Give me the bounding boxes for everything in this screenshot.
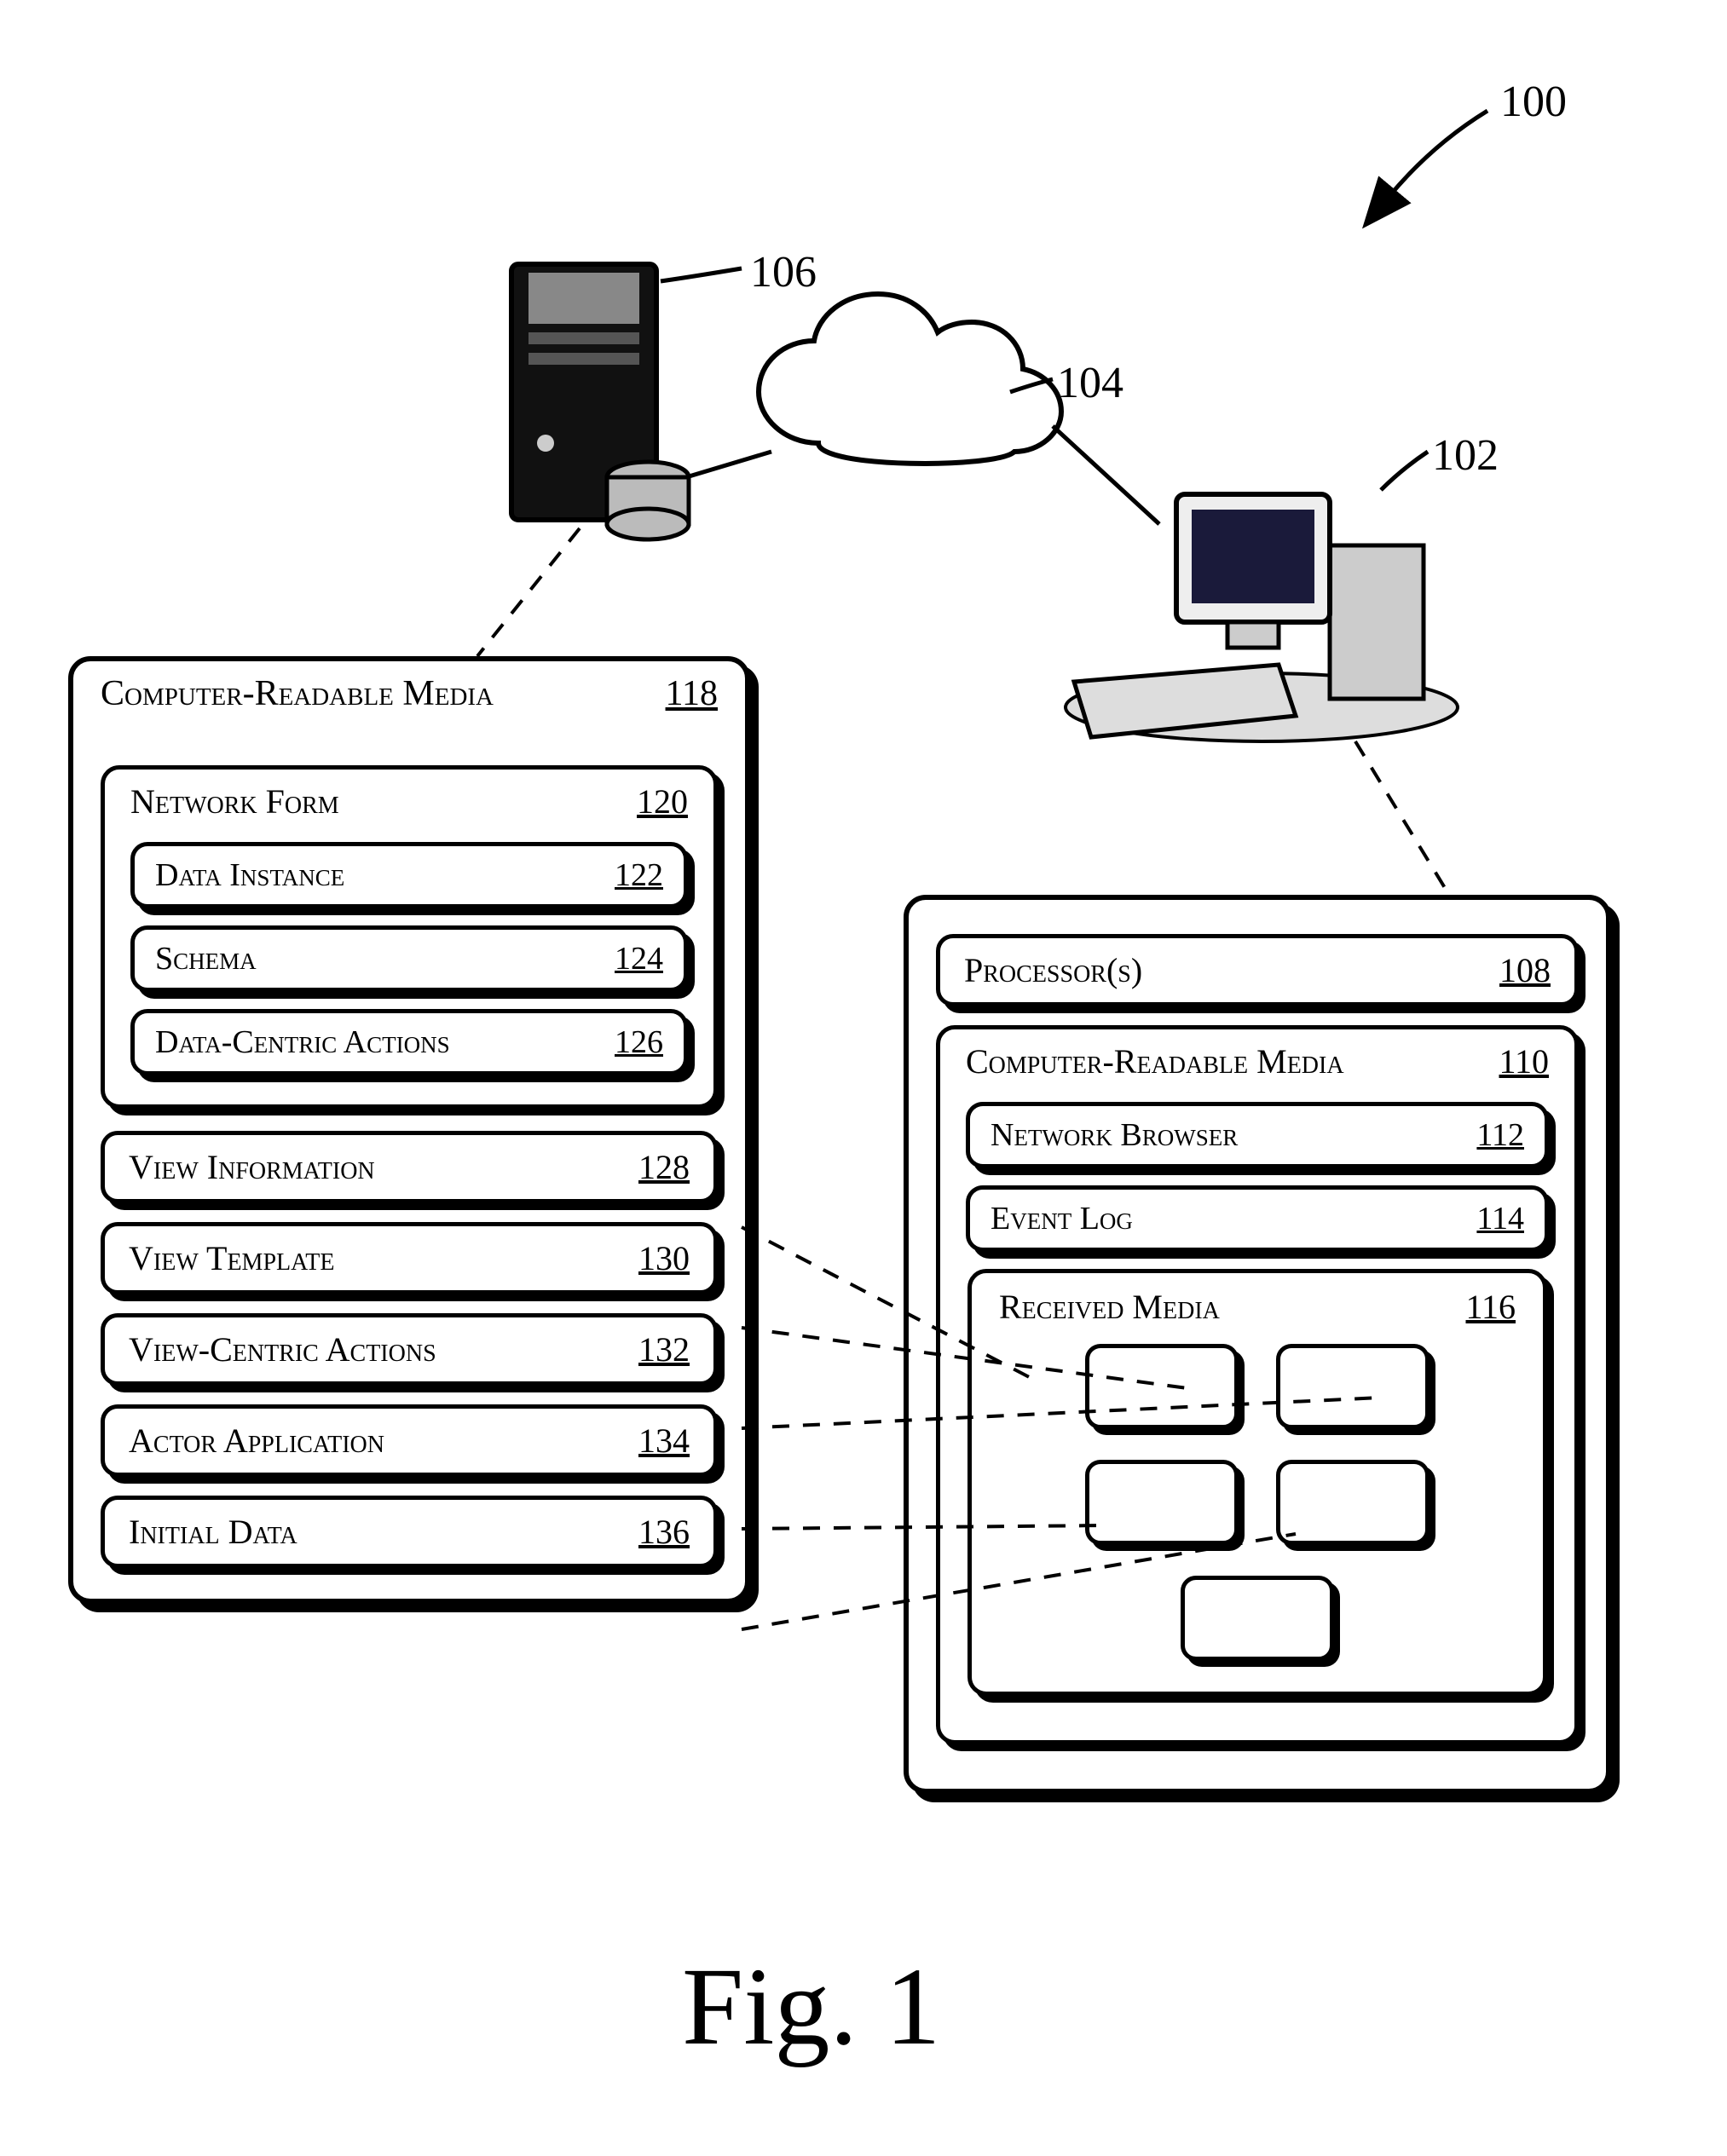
schema-item: Schema 124 xyxy=(130,925,688,992)
ref-122: 122 xyxy=(615,856,663,894)
received-media-cell xyxy=(1085,1460,1239,1545)
view-template-label: View Template xyxy=(129,1238,334,1278)
received-media-cell xyxy=(1276,1344,1430,1429)
ref-106: 106 xyxy=(750,247,817,297)
client-panel: Processor(s) 108 Computer-Readable Media… xyxy=(904,895,1611,1794)
received-media-label: Received Media xyxy=(999,1287,1220,1327)
vc-actions-label: View-Centric Actions xyxy=(129,1329,436,1369)
initial-data-label: Initial Data xyxy=(129,1512,297,1552)
server-media-title: Computer-Readable Media 118 xyxy=(73,661,745,721)
network-form-title: Network Form 120 xyxy=(105,773,713,825)
vc-actions-item: View-Centric Actions 132 xyxy=(101,1313,718,1386)
ref-128: 128 xyxy=(638,1147,690,1187)
initial-data-item: Initial Data 136 xyxy=(101,1496,718,1568)
ref-102: 102 xyxy=(1432,430,1499,481)
processors-item: Processor(s) 108 xyxy=(936,934,1579,1006)
view-template-item: View Template 130 xyxy=(101,1222,718,1294)
ref-114: 114 xyxy=(1476,1200,1524,1237)
client-media-title: Computer-Readable Media 110 xyxy=(940,1033,1574,1085)
dc-actions-item: Data-Centric Actions 126 xyxy=(130,1009,688,1075)
ref-132: 132 xyxy=(638,1329,690,1369)
ref-116: 116 xyxy=(1465,1287,1516,1327)
client-media-subpanel: Computer-Readable Media 110 Network Brow… xyxy=(936,1025,1579,1744)
view-info-label: View Information xyxy=(129,1147,375,1187)
ref-134: 134 xyxy=(638,1421,690,1461)
figure-label: Fig. 1 xyxy=(682,1943,940,2071)
ref-110: 110 xyxy=(1499,1041,1549,1081)
actor-app-label: Actor Application xyxy=(129,1421,384,1461)
actor-app-item: Actor Application 134 xyxy=(101,1404,718,1477)
network-browser-item: Network Browser 112 xyxy=(966,1102,1549,1168)
ref-126: 126 xyxy=(615,1023,663,1061)
received-media-title: Received Media 116 xyxy=(989,1282,1526,1335)
network-form-subpanel: Network Form 120 Data Instance 122 Schem… xyxy=(101,765,718,1109)
received-media-cell xyxy=(1085,1344,1239,1429)
received-media-grid xyxy=(989,1335,1526,1669)
ref-124: 124 xyxy=(615,940,663,977)
ref-100: 100 xyxy=(1500,77,1567,127)
cloud-icon xyxy=(759,294,1061,464)
figure-canvas: Computer-Readable Media 118 Network Form… xyxy=(0,0,1727,2156)
network-form-label: Network Form xyxy=(130,781,339,821)
event-log-label: Event Log xyxy=(991,1200,1133,1237)
view-info-item: View Information 128 xyxy=(101,1131,718,1203)
received-media-cell xyxy=(1276,1460,1430,1545)
network-browser-label: Network Browser xyxy=(991,1116,1238,1154)
server-icon xyxy=(511,264,689,539)
ref-130: 130 xyxy=(638,1238,690,1278)
ref-112: 112 xyxy=(1476,1116,1524,1154)
server-media-title-text: Computer-Readable Media xyxy=(101,673,494,714)
data-instance-label: Data Instance xyxy=(155,856,344,894)
event-log-item: Event Log 114 xyxy=(966,1185,1549,1252)
received-media-cell xyxy=(1181,1576,1334,1661)
schema-label: Schema xyxy=(155,940,257,977)
ref-118: 118 xyxy=(666,673,718,714)
ref-120: 120 xyxy=(637,781,688,821)
client-pc-icon xyxy=(1066,494,1458,741)
server-media-panel: Computer-Readable Media 118 Network Form… xyxy=(68,656,750,1604)
received-media-box: Received Media 116 xyxy=(967,1269,1547,1696)
ref-136: 136 xyxy=(638,1512,690,1552)
data-instance-item: Data Instance 122 xyxy=(130,842,688,908)
client-media-label: Computer-Readable Media xyxy=(966,1041,1344,1081)
dc-actions-label: Data-Centric Actions xyxy=(155,1023,450,1061)
ref-104: 104 xyxy=(1057,358,1123,408)
ref-108: 108 xyxy=(1499,950,1551,990)
processors-label: Processor(s) xyxy=(964,950,1142,990)
